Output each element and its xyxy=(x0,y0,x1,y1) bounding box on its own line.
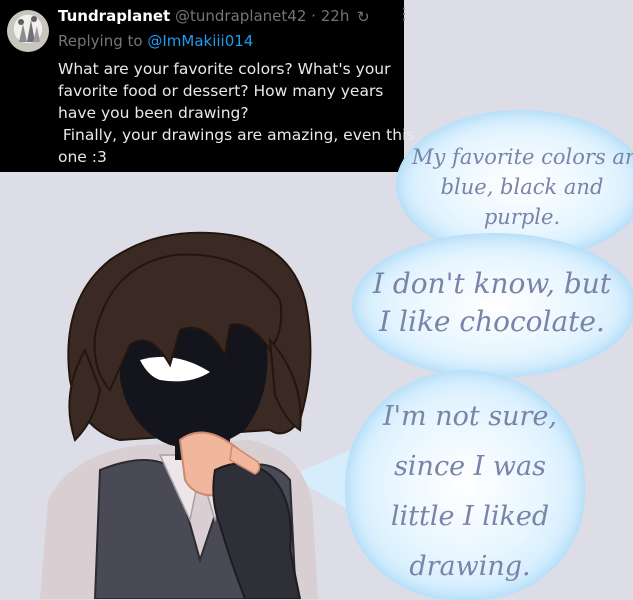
character-illustration xyxy=(40,231,318,599)
